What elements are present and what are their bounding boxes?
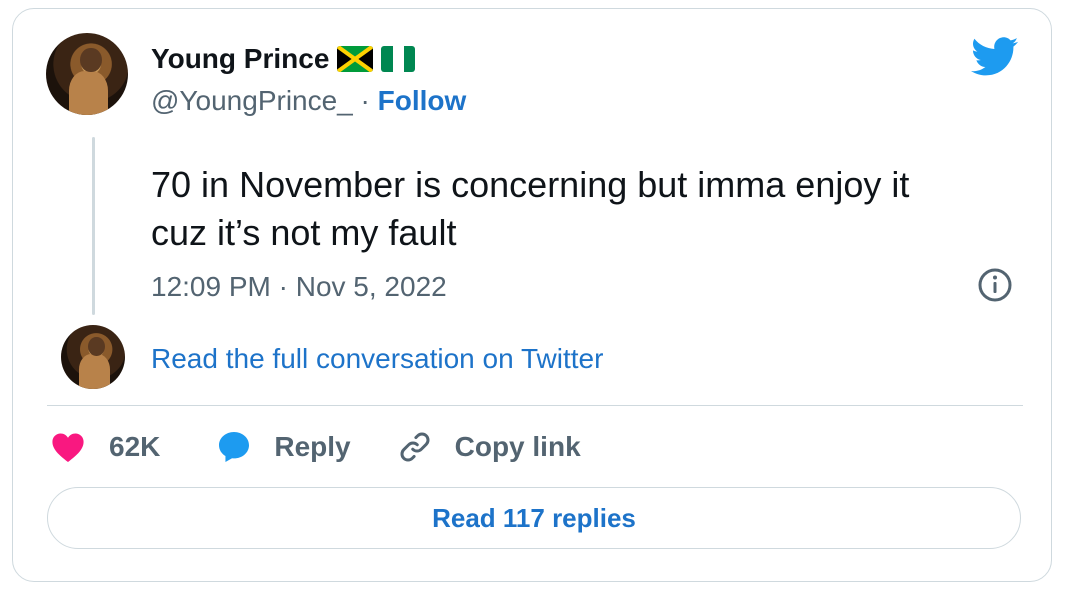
- author-name-row[interactable]: Young Prince: [151, 43, 416, 75]
- jamaica-flag-icon: [337, 46, 374, 72]
- read-replies-button[interactable]: Read 117 replies: [47, 487, 1021, 549]
- author-name[interactable]: Young Prince: [151, 43, 329, 75]
- tweet-text: 70 in November is concerning but imma en…: [151, 161, 1011, 257]
- conversation-avatar[interactable]: [61, 325, 125, 389]
- nigeria-flag-icon: [381, 46, 416, 72]
- read-replies-label: Read 117 replies: [432, 502, 636, 533]
- follow-button[interactable]: Follow: [378, 85, 467, 116]
- reply-button[interactable]: Reply: [216, 429, 351, 465]
- like-button[interactable]: 62K: [51, 431, 160, 463]
- heart-icon: [52, 433, 84, 463]
- link-icon: [400, 432, 430, 462]
- handle-row: @YoungPrince_ · Follow: [151, 85, 466, 117]
- copy-link-label: Copy link: [454, 431, 581, 462]
- action-bar: 62K Reply Copy link: [51, 429, 581, 465]
- tweet-text-line-1: 70 in November is concerning but imma en…: [151, 164, 910, 205]
- read-conversation-link[interactable]: Read the full conversation on Twitter: [151, 343, 603, 375]
- thread-line: [92, 137, 95, 315]
- tweet-timestamp[interactable]: 12:09 PM · Nov 5, 2022: [151, 271, 447, 303]
- copy-link-button[interactable]: Copy link: [397, 429, 581, 465]
- like-count: 62K: [109, 431, 161, 462]
- author-avatar[interactable]: [46, 33, 128, 115]
- divider: [47, 405, 1023, 406]
- reply-bubble-icon: [219, 432, 250, 462]
- reply-label: Reply: [274, 431, 351, 462]
- tweet-card: Young Prince @YoungPrince_ · Follow 70 i…: [12, 8, 1052, 582]
- handle-separator: ·: [360, 85, 370, 116]
- author-handle[interactable]: @YoungPrince_: [151, 85, 353, 116]
- twitter-bird-icon[interactable]: [971, 37, 1019, 77]
- tweet-text-line-2: cuz it’s not my fault: [151, 212, 457, 253]
- info-icon[interactable]: [977, 267, 1013, 303]
